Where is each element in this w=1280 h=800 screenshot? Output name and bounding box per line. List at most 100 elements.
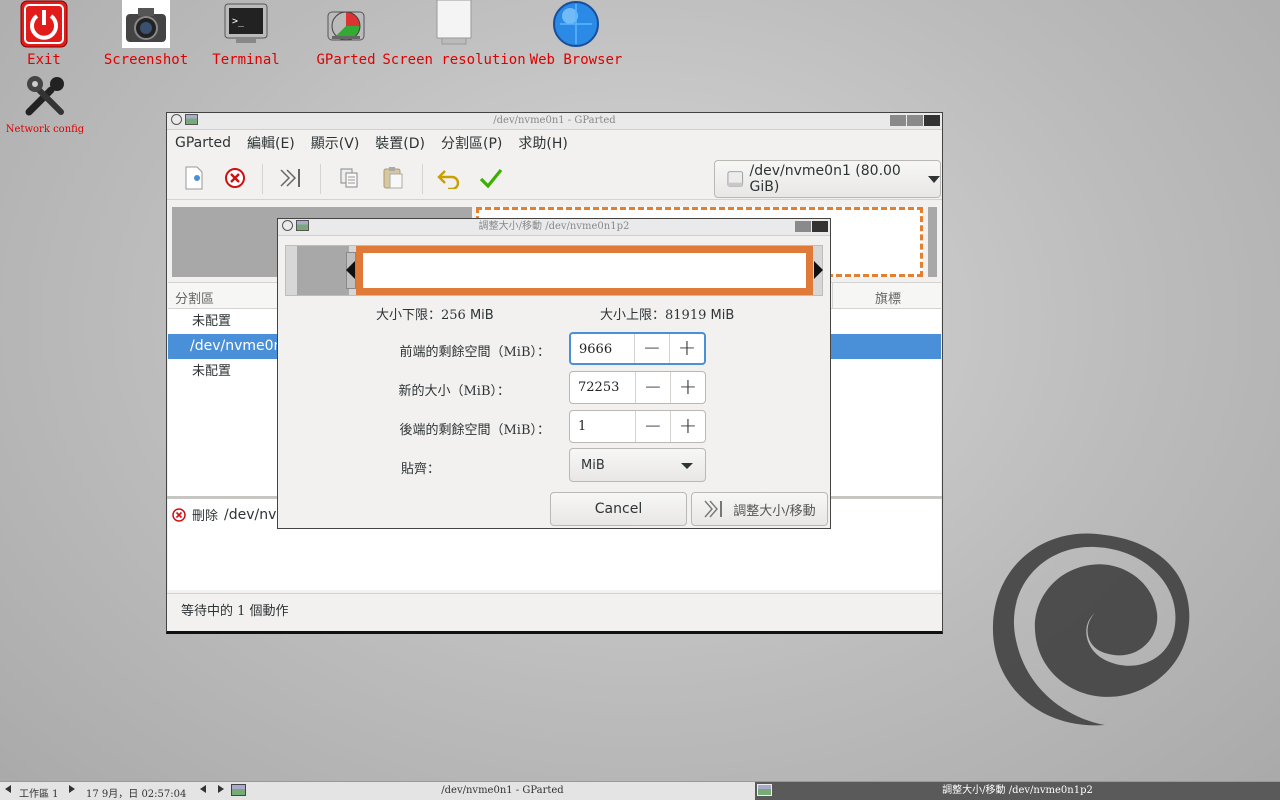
minus-icon[interactable]: −	[635, 372, 670, 403]
workspace-label[interactable]: 工作區 1	[19, 785, 59, 800]
cancel-button-label: Cancel	[594, 501, 643, 517]
free-space-before-label: 前端的剩餘空間（MiB）：	[399, 345, 550, 360]
resize-move-apply-button[interactable]: 調整大小/移動	[691, 492, 828, 526]
close-button[interactable]	[812, 221, 828, 232]
new-partition-button[interactable]	[180, 164, 208, 192]
menu-view[interactable]: 顯示(V)	[311, 133, 360, 153]
resize-move-icon	[704, 500, 723, 518]
status-bar: 等待中的 1 個動作	[167, 593, 942, 629]
desktop-icon-network-config[interactable]: Network config	[6, 72, 84, 135]
desktop-icon-label: Screen resolution	[382, 52, 526, 68]
task-resize-dialog[interactable]: 調整大小/移動 /dev/nvme0n1p2	[755, 782, 1280, 800]
close-button[interactable]	[924, 115, 940, 126]
cancel-button[interactable]: Cancel	[550, 492, 687, 526]
left-arrow-icon	[346, 261, 355, 279]
resize-move-apply-label: 調整大小/移動	[733, 503, 816, 519]
debian-menu-icon[interactable]	[171, 114, 182, 125]
toolbar-separator	[422, 164, 423, 194]
desktop-icon-screenshot[interactable]: Screenshot	[104, 0, 188, 70]
gparted-icon	[327, 11, 365, 41]
monitor-icon	[436, 0, 472, 45]
debian-logo-icon	[992, 533, 1190, 726]
debian-menu-icon[interactable]	[282, 220, 293, 231]
tasks-prev-arrow-icon[interactable]	[200, 785, 206, 793]
min-size-unit: MiB	[469, 308, 494, 323]
free-space-after-label: 後端的剩餘空間（MiB）：	[399, 423, 550, 438]
copy-icon	[340, 168, 358, 188]
max-size-unit: MiB	[710, 308, 735, 323]
menu-partition[interactable]: 分割區(P)	[441, 133, 502, 153]
min-size-label: 大小下限：256 MiB	[376, 308, 494, 323]
clock[interactable]: 17 9月，日 02:57:04	[86, 785, 186, 800]
minus-icon[interactable]: −	[635, 411, 670, 442]
column-flags[interactable]: 旗標	[875, 288, 901, 307]
desktop-icon-label: Network config	[5, 124, 85, 135]
tasks-next-arrow-icon[interactable]	[218, 785, 224, 793]
maximize-button[interactable]	[907, 115, 923, 126]
align-label: 貼齊：	[401, 462, 441, 477]
new-size-label: 新的大小（MiB）：	[398, 384, 510, 399]
checkmark-icon	[479, 168, 503, 189]
new-document-icon	[185, 166, 203, 190]
column-divider	[832, 283, 833, 309]
menu-device[interactable]: 裝置(D)	[375, 133, 425, 153]
resize-move-button[interactable]	[277, 164, 305, 192]
workspace-prev-arrow-icon[interactable]	[5, 785, 11, 793]
harddisk-icon	[727, 171, 744, 187]
toolbar-separator	[262, 164, 263, 194]
desktop-icon-exit[interactable]: Exit	[14, 0, 74, 70]
copy-button[interactable]	[335, 164, 363, 192]
apply-button[interactable]	[477, 164, 505, 192]
minimize-button[interactable]	[890, 115, 906, 126]
free-space-after-input[interactable]: 1	[570, 411, 635, 442]
plus-icon[interactable]: +	[670, 411, 705, 442]
desktop-icon-web-browser[interactable]: Web Browser	[530, 0, 622, 70]
desktop-icon-gparted[interactable]: GParted	[314, 0, 378, 70]
minimize-button[interactable]	[795, 221, 811, 232]
disk-map-scrollbar[interactable]	[928, 207, 937, 277]
new-size-spinner[interactable]: 72253 − +	[569, 371, 706, 404]
chevron-down-icon	[928, 175, 940, 183]
new-size-input[interactable]: 72253	[570, 372, 635, 403]
desktop-icon-terminal[interactable]: >_ Terminal	[212, 0, 280, 70]
menu-edit[interactable]: 編輯(E)	[247, 133, 295, 153]
dialog-titlebar[interactable]: 調整大小/移動 /dev/nvme0n1p2	[278, 219, 830, 236]
free-space-before-input[interactable]: 9666	[571, 334, 634, 363]
menu-help[interactable]: 求助(H)	[518, 133, 567, 153]
task-resize-dialog-label: 調整大小/移動 /dev/nvme0n1p2	[942, 785, 1093, 796]
chevron-down-icon	[681, 463, 693, 469]
gparted-task-icon	[231, 784, 246, 796]
max-size-label: 大小上限：81919 MiB	[600, 308, 735, 323]
resize-move-icon	[280, 169, 300, 187]
partition-resizer[interactable]	[285, 245, 823, 296]
device-selector[interactable]: /dev/nvme0n1 (80.00 GiB)	[714, 160, 941, 198]
menu-bar: GParted 編輯(E) 顯示(V) 裝置(D) 分割區(P) 求助(H)	[167, 130, 942, 156]
resizer-free-space-before	[297, 246, 349, 295]
right-arrow-icon[interactable]	[814, 261, 823, 279]
resizer-partition-box[interactable]	[356, 246, 813, 295]
window-titlebar[interactable]: /dev/nvme0n1 - GParted	[167, 113, 942, 130]
column-partition[interactable]: 分割區	[175, 288, 214, 307]
menu-gparted[interactable]: GParted	[175, 135, 231, 151]
window-app-icon	[185, 114, 198, 125]
free-space-after-spinner[interactable]: 1 − +	[569, 410, 706, 443]
paste-button[interactable]	[379, 164, 407, 192]
delete-icon	[172, 507, 186, 522]
plus-icon[interactable]: +	[669, 334, 704, 363]
delete-partition-button[interactable]	[221, 164, 249, 192]
pending-operation-row[interactable]: 刪除 /dev/nvm	[172, 505, 290, 524]
tools-icon	[25, 76, 64, 116]
align-select[interactable]: MiB	[569, 448, 706, 482]
free-space-before-spinner[interactable]: 9666 − +	[569, 332, 706, 365]
workspace-next-arrow-icon[interactable]	[69, 785, 75, 793]
globe-icon	[553, 1, 599, 47]
task-gparted-main[interactable]: /dev/nvme0n1 - GParted	[250, 782, 755, 800]
plus-icon[interactable]: +	[670, 372, 705, 403]
terminal-icon: >_	[224, 3, 268, 43]
minus-icon[interactable]: −	[634, 334, 669, 363]
window-app-icon	[296, 220, 309, 231]
desktop-icon-screen-resolution[interactable]: Screen resolution	[382, 0, 526, 70]
desktop-icon-label: Terminal	[212, 52, 280, 68]
paste-icon	[383, 167, 403, 189]
undo-button[interactable]	[435, 164, 463, 192]
